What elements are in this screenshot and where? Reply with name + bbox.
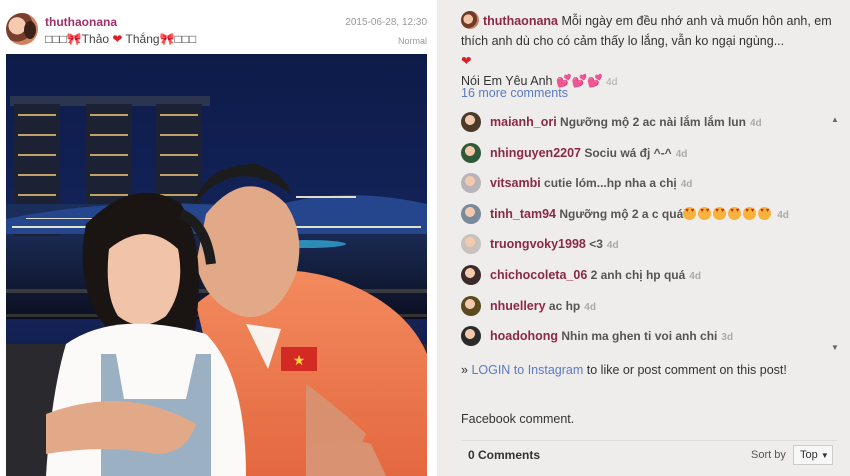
heart-eyes-icon (758, 206, 772, 220)
comment-row: tinh_tam94 Ngưỡng mộ 2 a c quá 4d (461, 203, 831, 225)
post-filter: Normal (397, 36, 427, 46)
comment-row: nhuellery ac hp 4d (461, 295, 831, 317)
login-line: » LOGIN to Instagram to like or post com… (461, 363, 787, 377)
more-comments-link[interactable]: 16 more comments (461, 86, 568, 100)
zero-comments: 0 Comments (468, 448, 541, 462)
comment-text: 2 anh chị hp quá (587, 268, 686, 282)
heart-icon: ❤ (461, 54, 472, 68)
post-photo[interactable]: ★ (6, 54, 427, 476)
comment-ago: 4d (777, 209, 789, 221)
comment-ago: 3d (721, 332, 734, 344)
comment-line: maianh_ori Ngưỡng mộ 2 ac nài lắm lắm lu… (490, 115, 762, 129)
comment-text: Sociu wá đj ^-^ (581, 145, 672, 160)
heart-eyes-icon (698, 206, 712, 220)
comment-line: vitsambi cutie lóm...hp nha a chị 4d (490, 176, 692, 190)
comment-username[interactable]: chichocoleta_06 (490, 268, 587, 282)
comment-ago: 4d (675, 148, 688, 160)
comment-username[interactable]: maianh_ori (490, 115, 557, 129)
avatar[interactable] (461, 265, 481, 285)
comment-ago: 4d (680, 179, 693, 191)
avatar[interactable] (6, 13, 38, 45)
caption-part-2: Thắng🎀□□□ (122, 32, 197, 46)
comment-username[interactable]: tinh_tam94 (490, 207, 556, 221)
comment-text: Ngưỡng mộ 2 a c quá (556, 206, 684, 221)
top-comment: thuthaonana Mỗi ngày em đều nhớ anh và m… (461, 11, 845, 93)
comment-ago: 4d (749, 118, 762, 129)
heart-eyes-icon (743, 206, 757, 220)
comment-line: truongvoky1998 <3 4d (490, 237, 619, 251)
comment-text: Nhin ma ghen ti voi anh chi (558, 329, 718, 344)
post-caption: □□□🎀Thảo ❤ Thắng🎀□□□ (45, 32, 196, 46)
comment-line: hoadohong Nhin ma ghen ti voi anh chi 3d (490, 329, 733, 343)
top-comment-ago: 4d (606, 77, 618, 88)
post-header: thuthaonana □□□🎀Thảo ❤ Thắng🎀□□□ 2015-06… (0, 0, 437, 54)
comment-line: nhinguyen2207 Sociu wá đj ^-^ 4d (490, 146, 687, 160)
svg-text:★: ★ (293, 353, 306, 369)
heart-eyes-icon (683, 206, 697, 220)
heart-icon: ❤ (112, 32, 123, 46)
comment-text: <3 (585, 237, 603, 252)
avatar[interactable] (461, 295, 481, 316)
avatar[interactable] (461, 11, 479, 29)
comment-row: truongvoky1998 <3 4d (461, 233, 831, 255)
comment-line: tinh_tam94 Ngưỡng mộ 2 a c quá 4d (490, 206, 789, 221)
scroll-down-icon[interactable]: ▼ (831, 343, 839, 352)
comment-row: vitsambi cutie lóm...hp nha a chị 4d (461, 172, 831, 194)
comment-row: chichocoleta_06 2 anh chị hp quá 4d (461, 264, 831, 286)
comment-username[interactable]: nhinguyen2207 (490, 146, 581, 160)
login-link[interactable]: LOGIN to Instagram (471, 363, 583, 377)
sort-value: Top (800, 449, 818, 461)
heart-eyes-icon (728, 206, 742, 220)
avatar[interactable] (461, 326, 481, 347)
sort-select[interactable]: Top ▼ (793, 445, 833, 465)
comment-line: nhuellery ac hp 4d (490, 299, 596, 313)
comment-text: Ngưỡng mộ 2 ac nài lắm lắm lun (556, 115, 746, 129)
post-date: 2015-06-28, 12:30 (345, 17, 427, 28)
post-card: thuthaonana □□□🎀Thảo ❤ Thắng🎀□□□ 2015-06… (0, 0, 438, 476)
facebook-divider (461, 440, 837, 441)
login-suffix: to like or post comment on this post! (583, 363, 787, 377)
chevron-down-icon: ▼ (820, 451, 829, 460)
comment-row: nhinguyen2207 Sociu wá đj ^-^ 4d (461, 142, 831, 164)
scroll-up-icon[interactable]: ▲ (831, 115, 839, 124)
comment-row: maianh_ori Ngưỡng mộ 2 ac nài lắm lắm lu… (461, 111, 831, 133)
top-comment-username[interactable]: thuthaonana (483, 14, 558, 28)
comment-list[interactable]: maianh_ori Ngưỡng mộ 2 ac nài lắm lắm lu… (461, 111, 850, 355)
caption-part-1: □□□🎀Thảo (45, 32, 113, 46)
avatar[interactable] (461, 112, 481, 132)
couple-photo: ★ (6, 54, 427, 476)
comments-sidebar: thuthaonana Mỗi ngày em đều nhớ anh và m… (437, 0, 850, 476)
facebook-comment-label: Facebook comment. (461, 412, 575, 426)
sort-by-label: Sort by (751, 449, 786, 461)
comment-username[interactable]: nhuellery (490, 299, 546, 313)
comment-text: cutie lóm...hp nha a chị (540, 176, 677, 191)
heart-eyes-icon (713, 206, 727, 220)
comment-ago: 4d (606, 240, 619, 252)
avatar[interactable] (461, 173, 481, 194)
post-username[interactable]: thuthaonana (45, 15, 117, 29)
comment-username[interactable]: vitsambi (490, 176, 541, 190)
avatar[interactable] (461, 142, 481, 163)
comment-text: ac hp (545, 298, 581, 313)
comment-ago: 4d (689, 271, 701, 282)
login-prefix: » (461, 363, 472, 377)
comment-line: chichocoleta_06 2 anh chị hp quá 4d (490, 268, 701, 282)
comment-ago: 4d (584, 301, 596, 313)
avatar[interactable] (461, 203, 481, 224)
comment-username[interactable]: hoadohong (490, 329, 558, 343)
avatar[interactable] (461, 234, 481, 255)
comment-username[interactable]: truongvoky1998 (490, 237, 586, 251)
comment-row: hoadohong Nhin ma ghen ti voi anh chi 3d (461, 325, 831, 347)
